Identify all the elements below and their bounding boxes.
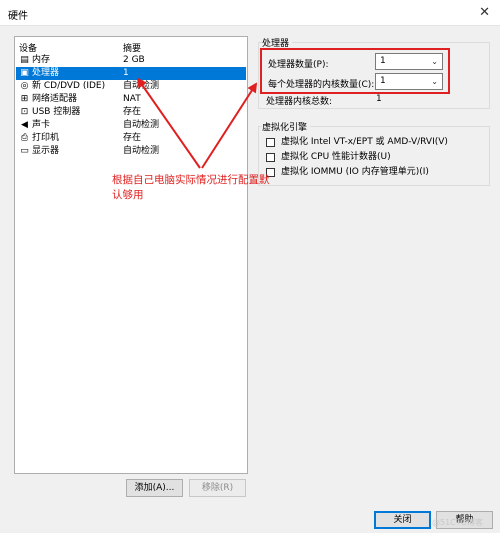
title-bar: 硬件 ✕: [0, 0, 500, 26]
highlight-rectangle: [260, 48, 450, 94]
device-name: USB 控制器: [32, 107, 81, 117]
total-cores-label: 处理器内核总数:: [266, 97, 333, 107]
device-name: 声卡: [32, 120, 51, 130]
device-name: 处理器: [32, 68, 60, 78]
device-row-usb-controller[interactable]: ⊡ USB 控制器 存在: [16, 106, 246, 119]
annotation-text: 根据自己电脑实际情况进行配置默认够用: [112, 174, 270, 201]
device-row-sound-card[interactable]: ◀ 声卡 自动检测: [16, 119, 246, 132]
disc-icon: ◎: [20, 81, 29, 91]
checkbox-box: [266, 153, 275, 162]
device-name: 显示器: [32, 146, 60, 156]
monitor-icon: ▭: [20, 146, 29, 156]
device-name: 网络适配器: [32, 94, 78, 104]
checkbox-box: [266, 138, 275, 147]
device-summary: 自动检测: [123, 146, 160, 156]
device-list-header: 设备 摘要: [15, 41, 247, 54]
cpu-perf-counter-label: 虚拟化 CPU 性能计数器(U): [281, 152, 391, 162]
virtualization-group-title: 虚拟化引擎: [262, 120, 311, 133]
usb-icon: ⊡: [20, 107, 29, 117]
device-row-memory[interactable]: ▤ 内存 2 GB: [16, 54, 246, 67]
printer-icon: ⎙: [20, 133, 29, 143]
device-summary: 2 GB: [123, 55, 145, 65]
device-summary: 存在: [123, 107, 142, 117]
close-icon[interactable]: ✕: [479, 5, 490, 20]
device-row-cd-dvd[interactable]: ◎ 新 CD/DVD (IDE) 自动检测: [16, 80, 246, 93]
device-column-header: 设备: [19, 44, 38, 54]
network-icon: ⊞: [20, 94, 29, 104]
remove-device-button[interactable]: 移除(R): [189, 479, 246, 497]
device-list[interactable]: 设备 摘要 ▤ 内存 2 GB ▣ 处理器 1 ◎ 新 CD/DVD (IDE)…: [14, 36, 248, 474]
device-row-display[interactable]: ▭ 显示器 自动检测: [16, 145, 246, 158]
device-row-network-adapter[interactable]: ⊞ 网络适配器 NAT: [16, 93, 246, 106]
cpu-icon: ▣: [20, 68, 29, 78]
device-row-processor[interactable]: ▣ 处理器 1: [16, 67, 246, 80]
device-summary: 自动检测: [123, 81, 160, 91]
iommu-label: 虚拟化 IOMMU (IO 内存管理单元)(I): [281, 167, 429, 177]
window-title: 硬件: [8, 11, 28, 22]
device-summary: NAT: [123, 94, 141, 104]
memory-icon: ▤: [20, 55, 29, 65]
device-summary: 存在: [123, 133, 142, 143]
device-name: 打印机: [32, 133, 60, 143]
add-device-button[interactable]: 添加(A)...: [126, 479, 183, 497]
device-summary: 1: [123, 68, 129, 78]
vt-x-label: 虚拟化 Intel VT-x/EPT 或 AMD-V/RVI(V): [281, 137, 448, 147]
device-summary: 自动检测: [123, 120, 160, 130]
summary-column-header: 摘要: [123, 44, 142, 54]
total-cores-value: 1: [376, 94, 382, 104]
device-name: 新 CD/DVD (IDE): [32, 81, 106, 91]
close-button[interactable]: 关闭: [374, 511, 431, 529]
speaker-icon: ◀: [21, 120, 28, 130]
watermark: @51CTO博客: [432, 518, 483, 527]
device-name: 内存: [32, 55, 51, 65]
device-row-printer[interactable]: ⎙ 打印机 存在: [16, 132, 246, 145]
